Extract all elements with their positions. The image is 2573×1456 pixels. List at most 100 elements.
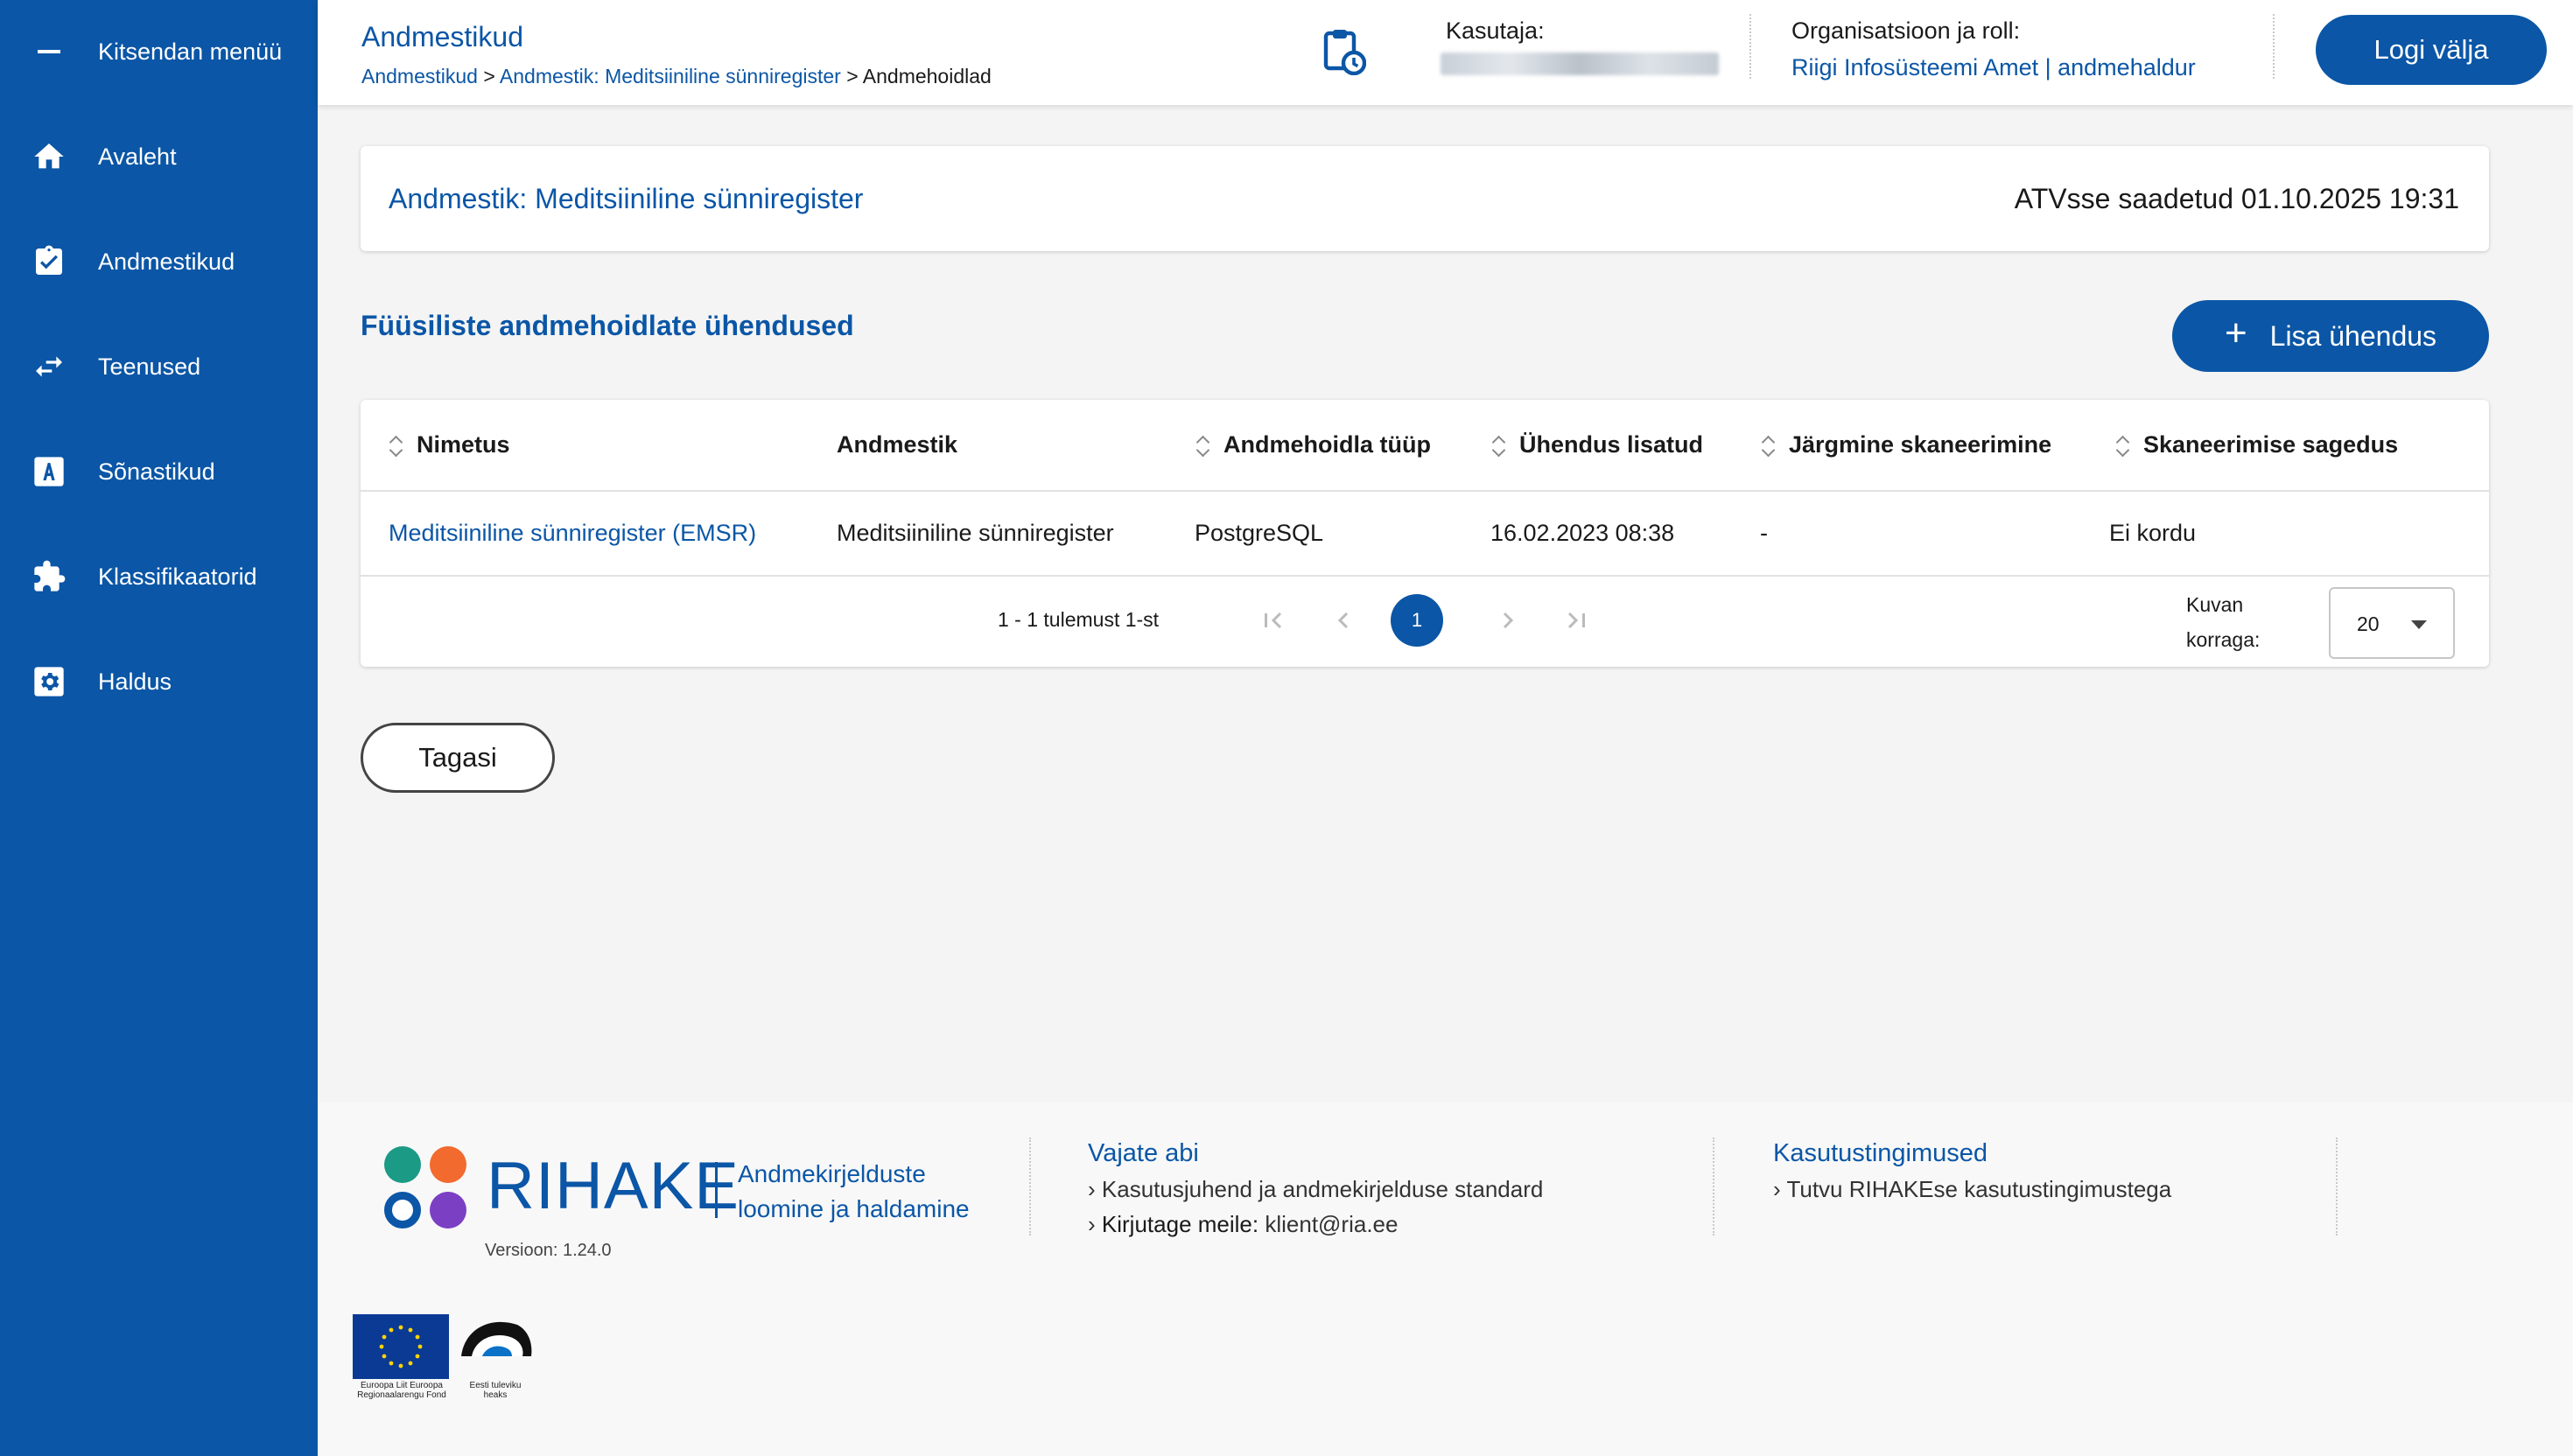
brand-tagline: Andmekirjelduste loomine ja haldamine [738,1160,970,1222]
dataset-status: ATVsse saadetud 01.10.2025 19:31 [2014,183,2459,214]
letter-a-icon [30,452,68,491]
breadcrumb: Andmestikud > Andmestik: Meditsiiniline … [361,65,992,88]
sidebar-item-admin[interactable]: Haldus [0,642,318,721]
org-role-link[interactable]: Riigi Infosüsteemi Amet | andmehaldur [1791,54,2196,81]
chevron-right-icon: › [1773,1176,1781,1202]
page-title: Andmestikud [361,21,523,52]
sort-icon [387,434,406,457]
sort-icon [2114,434,2133,457]
column-header-label: Andmestik [837,431,958,458]
estonia-caption: Eesti tuleviku heaks [469,1381,522,1400]
user-name-redacted [1441,52,1719,75]
column-header-label: Skaneerimise sagedus [2143,431,2399,458]
cell-storage-type: PostgreSQL [1195,519,1324,546]
section-title: Füüsiliste andmehoidlate ühendused [361,310,854,341]
eu-fund-caption: Euroopa Liit Euroopa Regionaalarengu Fon… [357,1381,446,1400]
cell-scan-frequency: Ei kordu [2109,519,2197,546]
email-link[interactable]: › Kirjutage meile: klient@ria.ee [1088,1211,1398,1238]
sort-icon [1490,434,1509,457]
sidebar-item-classifiers[interactable]: Klassifikaatorid [0,537,318,616]
sidebar-item-label: Avaleht [98,143,177,170]
collapse-menu-button[interactable]: Kitsendan menüü [0,12,318,91]
connections-table: Nimetus Andmestik Andmehoidla tüüp Ühend… [361,400,2489,667]
sort-icon [1194,434,1213,457]
clipboard-clock-icon[interactable] [1321,26,1367,76]
minus-icon [30,32,68,71]
gear-icon [30,662,68,701]
column-header-next-scan[interactable]: Järgmine skaneerimine [1759,400,2051,490]
user-guide-link[interactable]: › Kasutusjuhend ja andmekirjelduse stand… [1088,1176,1543,1203]
sidebar-item-services[interactable]: Teenused [0,327,318,406]
sidebar-item-dictionaries[interactable]: Sõnastikud [0,432,318,511]
terms-link-label: Tutvu RIHAKEse kasutustingimustega [1786,1176,2172,1202]
chevron-right-icon: › [1088,1211,1096,1237]
sidebar-item-label: Sõnastikud [98,458,215,485]
cell-next-scan: - [1760,519,1768,546]
cell-dataset: Meditsiiniline sünniregister [837,519,1114,546]
footer-divider [2336,1138,2338,1236]
next-page-icon[interactable] [1482,594,1534,647]
pagination-summary: 1 - 1 tulemust 1-st [998,608,1160,631]
header-divider [1749,14,1751,79]
estonia-logo [456,1312,535,1379]
breadcrumb-separator: > [483,65,495,88]
plus-icon: + [2224,312,2247,354]
add-connection-button[interactable]: + Lisa ühendus [2172,300,2489,372]
pagination-current-page[interactable]: 1 [1391,594,1443,647]
per-page-select[interactable]: 20 [2329,587,2455,659]
logo-divider [715,1162,718,1218]
org-label: Organisatsioon ja roll: [1791,18,2021,44]
sidebar-item-datasets[interactable]: Andmestikud [0,222,318,301]
breadcrumb-link-datasets[interactable]: Andmestikud [361,65,478,88]
cell-connection-name-link[interactable]: Meditsiiniline sünniregister (EMSR) [389,490,756,576]
first-page-icon[interactable] [1248,594,1301,647]
sidebar-item-home[interactable]: Avaleht [0,117,318,196]
footer-divider [1713,1138,1714,1236]
home-icon [30,137,68,176]
column-header-scan-frequency[interactable]: Skaneerimise sagedus [2114,400,2398,490]
user-guide-label: Kasutusjuhend ja andmekirjelduse standar… [1101,1176,1544,1202]
per-page-value: 20 [2357,612,2380,635]
terms-title: Kasutustingimused [1773,1139,1988,1167]
dataset-title: Andmestik: Meditsiiniline sünniregister [389,183,864,214]
email-value: klient@ria.ee [1265,1211,1399,1237]
cell-connection-added: 16.02.2023 08:38 [1490,519,1675,546]
app-version: Versioon: 1.24.0 [485,1241,612,1260]
footer: RIHAKE Andmekirjelduste loomine ja halda… [318,1102,2573,1456]
dataset-info-card: Andmestik: Meditsiiniline sünniregister … [361,146,2489,251]
prev-page-icon[interactable] [1317,594,1370,647]
clipboard-check-icon [30,242,68,281]
column-header-storage-type[interactable]: Andmehoidla tüüp [1194,400,1431,490]
sidebar-item-label: Klassifikaatorid [98,563,257,590]
add-connection-label: Lisa ühendus [2269,319,2437,352]
logout-button[interactable]: Logi välja [2316,15,2547,85]
eu-flag-logo [353,1314,449,1379]
column-header-connection-added[interactable]: Ühendus lisatud [1490,400,1703,490]
per-page-label: Kuvan korraga: [2186,593,2261,651]
help-title: Vajate abi [1088,1139,1199,1167]
top-header: Andmestikud Andmestikud > Andmestik: Med… [318,0,2573,105]
sidebar-item-label: Haldus [98,668,172,695]
puzzle-icon [30,557,68,596]
column-header-dataset: Andmestik [837,400,957,490]
collapse-menu-label: Kitsendan menüü [98,38,283,65]
breadcrumb-separator: > [846,65,859,88]
sidebar-item-label: Teenused [98,353,201,380]
last-page-icon[interactable] [1549,594,1602,647]
column-header-label: Nimetus [417,431,510,458]
column-header-name[interactable]: Nimetus [387,400,510,490]
sidebar-item-label: Andmestikud [98,248,235,275]
back-button[interactable]: Tagasi [361,723,555,793]
sort-icon [1759,434,1778,457]
sidebar: Kitsendan menüü Avaleht Andmestikud Teen… [0,0,318,1456]
breadcrumb-link-dataset[interactable]: Andmestik: Meditsiiniline sünniregister [500,65,841,88]
footer-divider [1029,1138,1031,1236]
chevron-right-icon: › [1088,1176,1096,1202]
column-header-label: Järgmine skaneerimine [1789,431,2052,458]
terms-link[interactable]: › Tutvu RIHAKEse kasutustingimustega [1773,1176,2171,1203]
swap-arrows-icon [30,347,68,386]
chevron-down-icon [2411,620,2427,629]
breadcrumb-current: Andmehoidlad [862,65,992,88]
row-divider [361,575,2489,577]
user-label: Kasutaja: [1446,18,1545,44]
